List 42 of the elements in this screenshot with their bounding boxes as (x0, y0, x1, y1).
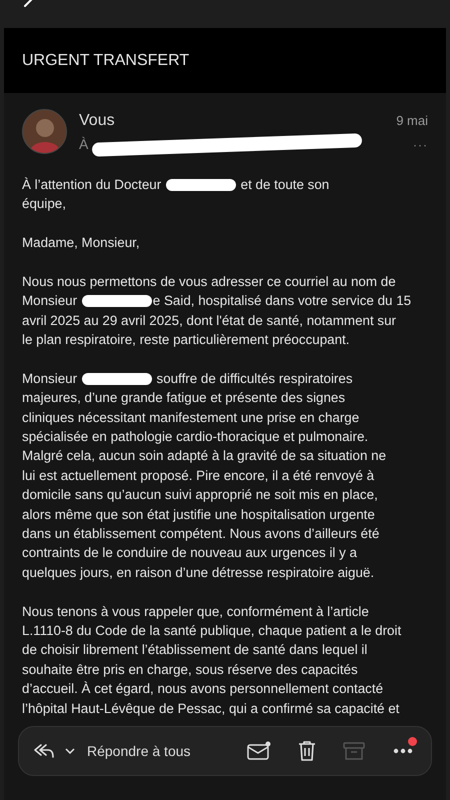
body-text: e Said, hospitalisé dans votre service du 15 (152, 292, 412, 310)
recipient-label: À (79, 135, 88, 154)
more-options-button[interactable]: ··· (413, 136, 428, 154)
body-text: Malgré cela, aucun soin adapté à la gravité de sa situation ne (22, 447, 386, 466)
body-text: quelques jours, en raison d’une détresse respiratoire aiguë. (22, 564, 374, 582)
trash-icon[interactable] (297, 740, 317, 762)
body-text: Monsieur (22, 292, 78, 310)
body-text: Nous nous permettons de vous adresser ce courriel au nom de (22, 272, 396, 291)
body-text: alors même que son état justifie une hospitalisation urgente (22, 506, 375, 524)
body-text: le plan respiratoire, reste particulièrement préoccupant. (22, 331, 350, 350)
redaction-mark (166, 178, 236, 191)
chevron-down-icon[interactable] (65, 748, 75, 754)
body-text: avril 2025 au 29 avril 2025, dont l'état de santé, notamment sur (22, 312, 396, 330)
mark-unread-icon[interactable] (247, 741, 271, 761)
body-text: de choisir librement l’établissement de santé dans lequel il (22, 641, 368, 660)
body-text: L.1110-8 du Code de la santé publique, chaque patient a le droit (22, 622, 402, 640)
subject-title: URGENT TRANSFERT (22, 50, 190, 70)
body-text: À l’attention du Docteur (22, 176, 162, 194)
message-date: 9 mai (396, 112, 428, 130)
body-text: Nous tenons à vous rappeler que, conformément à l’article (22, 602, 369, 621)
reply-all-icon[interactable] (33, 743, 55, 759)
redaction-mark (82, 295, 152, 308)
reply-all-button[interactable]: Répondre à tous (87, 740, 191, 762)
body-text: l’hôpital Haut-Lévêque de Pessac, qui a confirmé sa capacité et (22, 700, 400, 718)
avatar (22, 109, 67, 154)
redaction-mark (82, 372, 152, 385)
more-icon[interactable] (393, 748, 413, 754)
body-text: dans un établissement compétent. Nous avons d’ailleurs été (22, 525, 380, 544)
body-text: souhaite être pris en charge, sous réserve des capacités (22, 660, 358, 679)
body-text: et de toute son (240, 176, 330, 194)
body-text: majeures, d’une grande fatigue et présente des signes (22, 389, 346, 408)
body-text: cliniques nécessitant manifestement une prise en charge (22, 408, 360, 427)
body-text: spécialisée en pathologie cardio-thoracique et pulmonaire. (22, 428, 368, 446)
body-text: Monsieur (22, 370, 78, 388)
body-text: équipe, (22, 195, 66, 214)
body-text: lui est actuellement proposé. Pire encore, il a été renvoyé à (22, 466, 374, 485)
body-text: contraints de le conduire de nouveau aux urgences il y a (22, 544, 357, 562)
body-text: domicile sans qu’aucun suivi approprié ne soit mis en place, (22, 486, 378, 504)
body-text: d’accueil. À cet égard, nous avons personnellement contacté (22, 680, 384, 698)
body-text: souffre de difficultés respiratoires (156, 370, 353, 388)
sender-name: Vous (79, 111, 115, 131)
body-text: Madame, Monsieur, (22, 234, 140, 252)
